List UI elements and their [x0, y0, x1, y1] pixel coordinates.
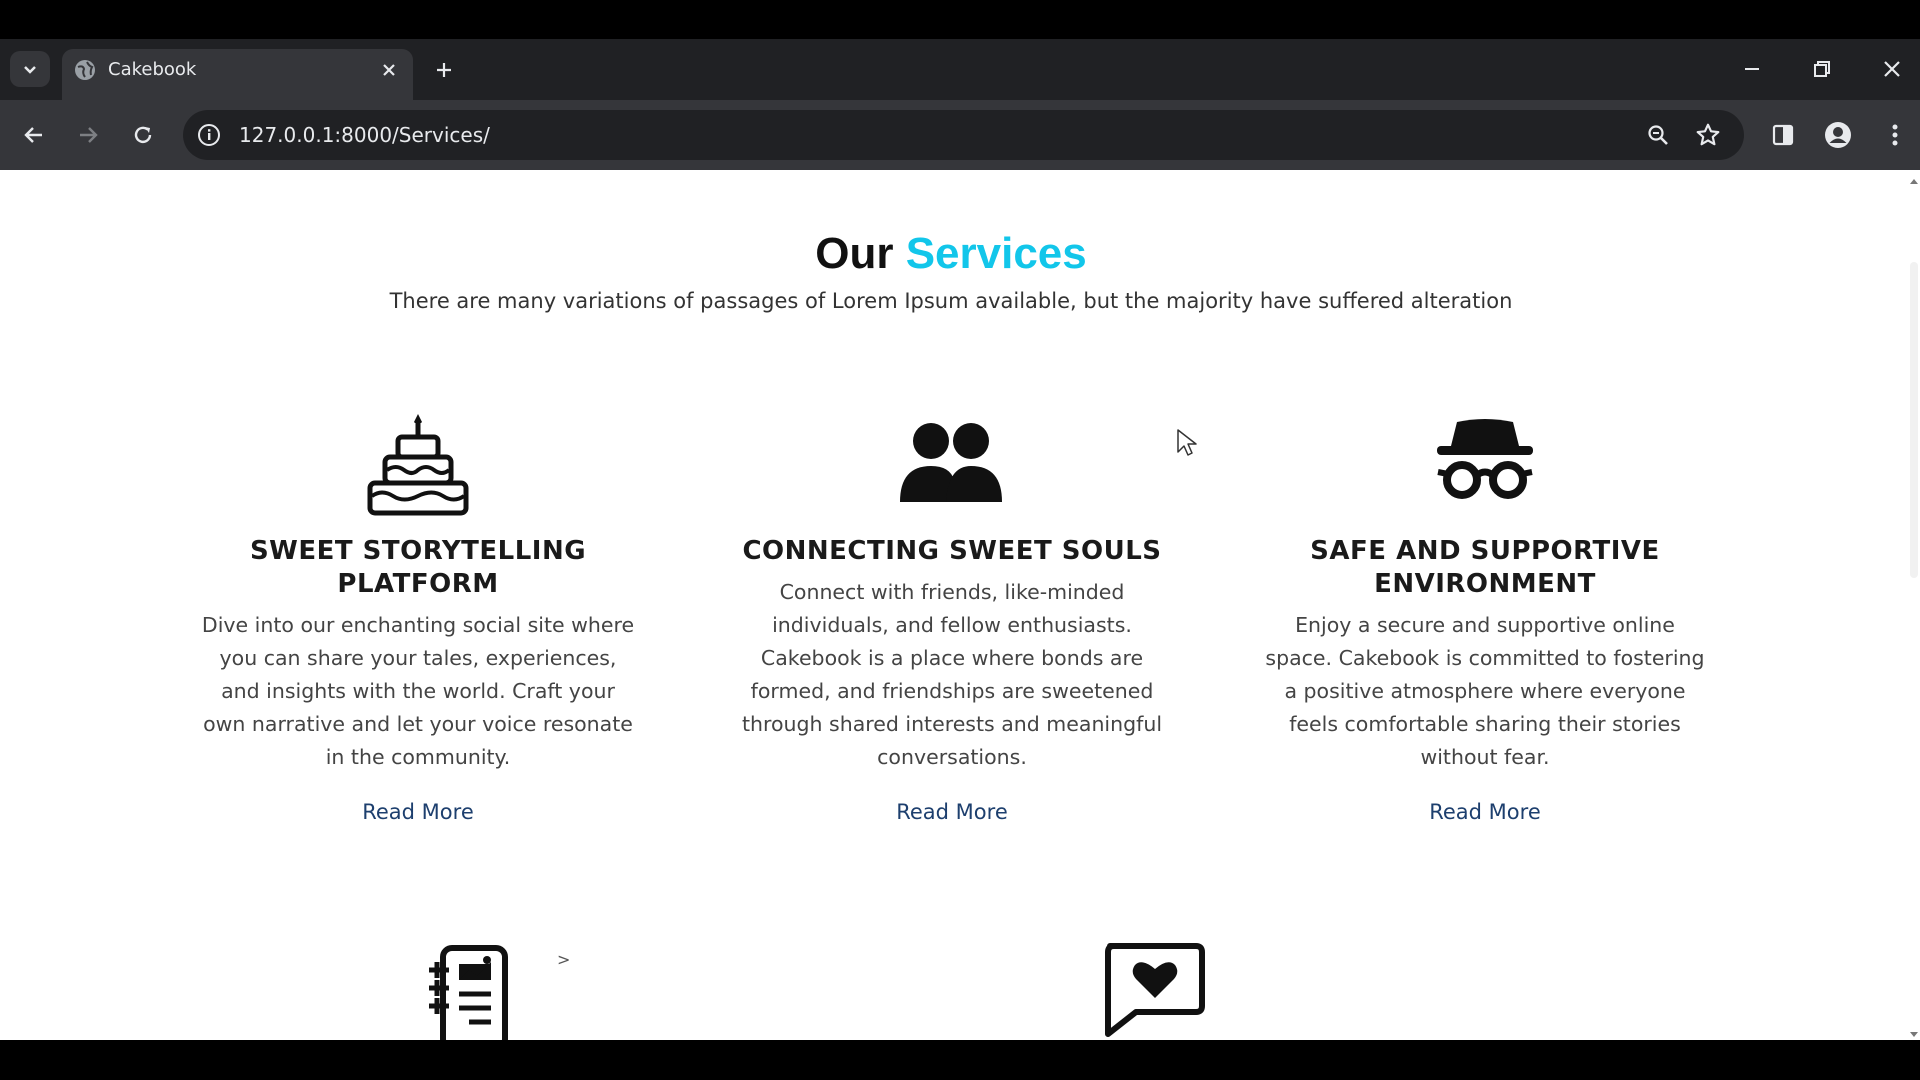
side-panel-icon[interactable] — [1768, 120, 1798, 150]
tab-title: Cakebook — [108, 59, 197, 80]
stray-text: > — [557, 950, 571, 969]
section-heading: Our Services — [0, 226, 1902, 282]
close-icon — [1884, 61, 1900, 77]
plus-icon — [437, 63, 451, 77]
mouse-cursor — [1176, 428, 1198, 458]
page-viewport: Our Services There are many variations o… — [0, 170, 1920, 1040]
back-button[interactable] — [16, 118, 52, 152]
bottom-bar — [0, 1040, 1920, 1080]
globe-icon — [73, 58, 97, 82]
birthday-cake-icon — [363, 410, 473, 516]
card-title-safe: SAFE AND SUPPORTIVE ENVIRONMENT — [1310, 536, 1660, 599]
scroll-up-arrow-icon[interactable] — [1908, 176, 1920, 186]
card-text-connecting: Connect with friends, like-minded indivi… — [741, 580, 1163, 769]
restore-icon — [1814, 61, 1830, 77]
read-more-safe[interactable]: Read More — [1335, 798, 1635, 826]
minimize-button[interactable] — [1730, 52, 1774, 86]
bookmark-star-icon[interactable] — [1693, 120, 1723, 150]
message-heart-icon — [1100, 942, 1206, 1040]
card-title-storytelling: SWEET STORYTELLING PLATFORM — [249, 536, 587, 599]
minimize-icon — [1745, 68, 1759, 70]
reload-button[interactable] — [125, 118, 161, 152]
read-more-storytelling[interactable]: Read More — [268, 798, 568, 826]
close-icon — [383, 64, 395, 76]
window-close-button[interactable] — [1870, 52, 1914, 86]
new-tab-button[interactable] — [429, 55, 459, 85]
scroll-down-arrow-icon[interactable] — [1908, 1030, 1920, 1040]
incognito-icon — [1435, 416, 1535, 504]
forward-button[interactable] — [70, 118, 106, 152]
arrow-left-icon — [24, 127, 42, 143]
zoom-icon[interactable] — [1643, 120, 1673, 150]
user-group-icon — [898, 420, 1004, 504]
tab-close-button[interactable] — [376, 57, 402, 83]
heading-accent: Services — [905, 229, 1087, 278]
card-title-connecting: CONNECTING SWEET SOULS — [742, 536, 1162, 566]
profile-icon[interactable] — [1822, 119, 1854, 151]
section-subtitle: There are many variations of passages of… — [389, 289, 1513, 313]
scrollbar-thumb[interactable] — [1910, 262, 1918, 578]
restore-button[interactable] — [1800, 52, 1844, 86]
reload-icon — [134, 126, 152, 144]
menu-kebab-icon[interactable] — [1880, 120, 1910, 150]
card-text-safe: Enjoy a secure and supportive online spa… — [1265, 613, 1705, 769]
chevron-down-icon — [24, 66, 36, 74]
read-more-connecting[interactable]: Read More — [802, 798, 1102, 826]
tab-search-button[interactable] — [10, 51, 50, 87]
site-info-icon[interactable] — [195, 121, 223, 149]
heading-prefix: Our — [815, 229, 894, 278]
arrow-right-icon — [80, 127, 98, 143]
notebook-icon — [425, 942, 525, 1040]
url-text[interactable]: 127.0.0.1:8000/Services/ — [239, 122, 490, 148]
card-text-storytelling: Dive into our enchanting social site whe… — [201, 613, 635, 769]
